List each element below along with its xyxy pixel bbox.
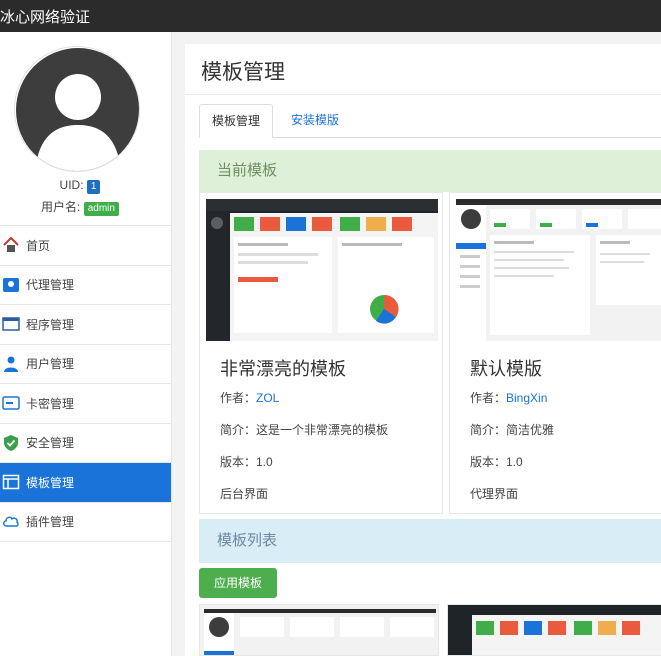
template-preview-image bbox=[200, 605, 438, 655]
current-template-heading: 当前模板 bbox=[199, 150, 661, 192]
page-title: 模板管理 bbox=[201, 61, 285, 84]
author-link[interactable]: ZOL bbox=[256, 391, 279, 405]
avatar-silhouette-icon bbox=[15, 47, 139, 171]
agent-icon bbox=[3, 277, 19, 292]
sidebar-item-label: 模板管理 bbox=[26, 475, 75, 490]
template-icon bbox=[2, 475, 20, 490]
sidebar-item-label: 插件管理 bbox=[26, 515, 75, 530]
template-type: 代理界面 bbox=[470, 487, 519, 501]
author-label: 作者： bbox=[220, 391, 257, 405]
sidebar-item-label: 程序管理 bbox=[26, 317, 75, 332]
sidebar-item-label: 代理管理 bbox=[26, 278, 75, 293]
avatar[interactable] bbox=[14, 46, 140, 172]
template-intro: 简介：简洁优雅 bbox=[470, 423, 555, 437]
home-icon bbox=[3, 236, 19, 253]
tab-template-management[interactable]: 模板管理 bbox=[199, 104, 274, 138]
sidebar-item-home[interactable]: 首页 bbox=[0, 226, 171, 266]
username-line: 用户名: admin bbox=[0, 198, 160, 216]
template-card[interactable]: 非常漂亮的模板 作者：ZOL 简介：这是一个非常漂亮的模板 版本：1.0 后台界… bbox=[199, 192, 443, 514]
username-badge: admin bbox=[83, 202, 119, 216]
uid-badge: 1 bbox=[86, 180, 101, 194]
sidebar-item-users[interactable]: 用户管理 bbox=[0, 345, 171, 384]
sidebar-item-label: 首页 bbox=[26, 238, 51, 253]
sidebar-item-plugins[interactable]: 插件管理 bbox=[0, 503, 171, 542]
uid-label: UID: bbox=[59, 178, 84, 192]
top-bar: 冰心网络验证 bbox=[0, 0, 661, 32]
sidebar-item-security[interactable]: 安全管理 bbox=[0, 424, 171, 463]
sidebar-item-label: 卡密管理 bbox=[26, 396, 75, 411]
author-label: 作者： bbox=[470, 391, 507, 405]
main-content: 模板管理 模板管理 安装模版 当前模板 非常漂亮的模板 作者：ZOL 简介：这是… bbox=[185, 44, 661, 656]
title-divider bbox=[185, 94, 661, 95]
template-version: 版本：1.0 bbox=[470, 455, 523, 469]
template-author-row: 作者：ZOL bbox=[220, 389, 279, 406]
app-title: 冰心网络验证 bbox=[0, 9, 91, 26]
uid-line: UID: 1 bbox=[0, 178, 160, 194]
template-list-item[interactable] bbox=[199, 604, 439, 656]
sidebar-item-templates[interactable]: 模板管理 bbox=[0, 463, 171, 503]
users-icon bbox=[4, 356, 18, 372]
sidebar-item-agent[interactable]: 代理管理 bbox=[0, 266, 171, 305]
sidebar-item-card-keys[interactable]: 卡密管理 bbox=[0, 384, 171, 424]
template-intro: 简介：这是一个非常漂亮的模板 bbox=[220, 423, 389, 437]
plugin-icon bbox=[3, 516, 19, 527]
template-list-item[interactable] bbox=[447, 604, 661, 656]
template-preview-image bbox=[448, 605, 661, 655]
apply-template-button[interactable]: 应用模板 bbox=[199, 568, 277, 598]
sidebar-item-label: 安全管理 bbox=[26, 436, 75, 451]
sidebar-item-program[interactable]: 程序管理 bbox=[0, 305, 171, 345]
template-author-row: 作者：BingXin bbox=[470, 389, 547, 406]
card-key-icon bbox=[2, 396, 20, 410]
template-preview-image bbox=[206, 199, 438, 341]
shield-icon bbox=[4, 434, 18, 451]
sidebar-nav: 首页 代理管理 程序管理 用户管理 卡密管理 安全管理 模板管理 插件管理 bbox=[0, 225, 171, 542]
author-link[interactable]: BingXin bbox=[506, 391, 547, 405]
template-name: 默认模版 bbox=[470, 359, 542, 379]
username-label: 用户名: bbox=[41, 200, 81, 214]
tab-bar: 模板管理 安装模版 bbox=[199, 104, 661, 138]
template-version: 版本：1.0 bbox=[220, 455, 273, 469]
sidebar: UID: 1 用户名: admin 首页 代理管理 程序管理 用户管理 卡密管理… bbox=[0, 32, 172, 656]
template-type: 后台界面 bbox=[220, 487, 269, 501]
template-name: 非常漂亮的模板 bbox=[220, 359, 346, 379]
template-list-heading: 模板列表 bbox=[199, 519, 661, 563]
tab-install-template[interactable]: 安装模版 bbox=[279, 104, 351, 138]
template-card[interactable]: 默认模版 作者：BingXin 简介：简洁优雅 版本：1.0 代理界面 bbox=[449, 192, 661, 514]
program-icon bbox=[2, 317, 20, 331]
template-preview-image bbox=[456, 199, 661, 341]
sidebar-item-label: 用户管理 bbox=[26, 357, 75, 372]
